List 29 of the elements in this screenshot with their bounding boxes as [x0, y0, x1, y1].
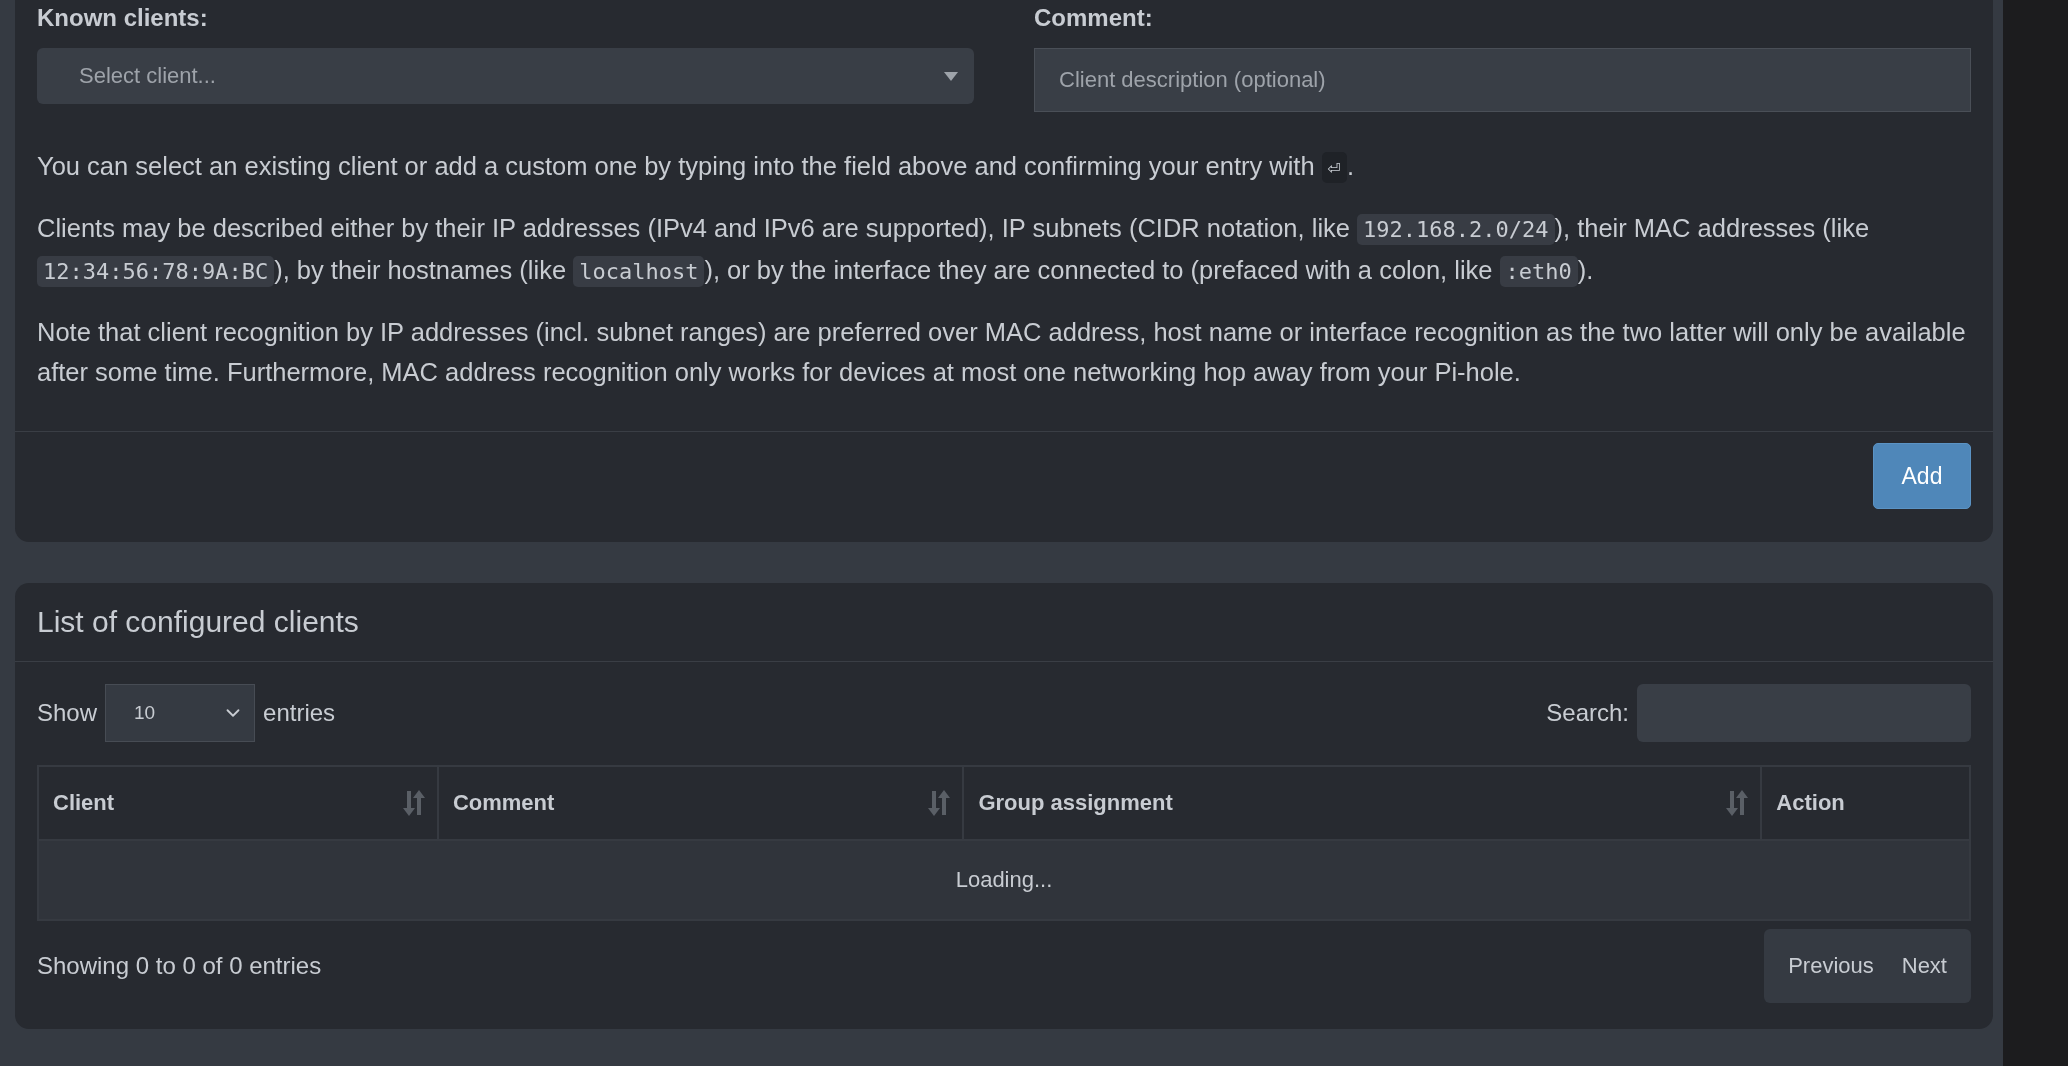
- help-text: Note that client recognition by IP addresses (incl. subnet ranges) are preferred over MAC address, host name or interface recognition as the two latter will only be available after some time. Furthermore, MAC address recognition only works for devices at most one networking hop away from your Pi-hole.: [37, 317, 1967, 388]
- code-snippet: 12:34:56:78:9A:BC: [37, 256, 275, 287]
- caret-icon: [944, 71, 958, 81]
- field-label: Comment:: [1034, 4, 1154, 32]
- code-snippet: :eth0: [1499, 256, 1578, 287]
- column-header[interactable]: Client: [38, 766, 438, 840]
- help-text: Clients may be described either by their IP addresses (IPv4 and IPv6 are supported), IP subnets (CIDR notation, like 192.168.2.0/24 ), their MAC addresses (like 12:34:56:78:9A:BC ), by their hostnames (like localhost ), or by the interface they are connected to (prefaced with a colon, like :eth0 ).: [37, 208, 1971, 292]
- code-snippet: 192.168.2.0/24: [1357, 214, 1555, 245]
- column-header[interactable]: Group assignment: [963, 766, 1762, 840]
- code-snippet: localhost: [573, 256, 705, 287]
- card-title: List of configured clients: [36, 604, 360, 640]
- sort-icon: [928, 789, 951, 817]
- table-info: Showing 0 to 0 of 0 entries: [37, 952, 322, 980]
- add-button[interactable]: Add: [1873, 443, 1971, 509]
- comment-input[interactable]: Client description (optional): [1034, 48, 1971, 112]
- sort-icon: [1726, 789, 1749, 817]
- search-label: Search:: [1546, 699, 1629, 727]
- field-label: Known clients:: [37, 4, 209, 32]
- sort-icon: [402, 789, 425, 817]
- pagination-button[interactable]: Next: [1887, 929, 1961, 1003]
- enter-key: ⏎: [1321, 152, 1347, 183]
- entries-label: entries: [263, 699, 336, 727]
- pagination-button[interactable]: Previous: [1774, 929, 1888, 1003]
- loading-cell: Loading...: [38, 840, 1970, 920]
- client-select[interactable]: Select client...: [37, 48, 974, 104]
- entries-select[interactable]: 10: [105, 684, 256, 742]
- show-label: Show: [37, 699, 98, 727]
- help-text: You can select an existing client or add a custom one by typing into the field above and confirming your entry with ⏎ .: [37, 146, 1971, 188]
- column-header[interactable]: Comment: [437, 766, 964, 840]
